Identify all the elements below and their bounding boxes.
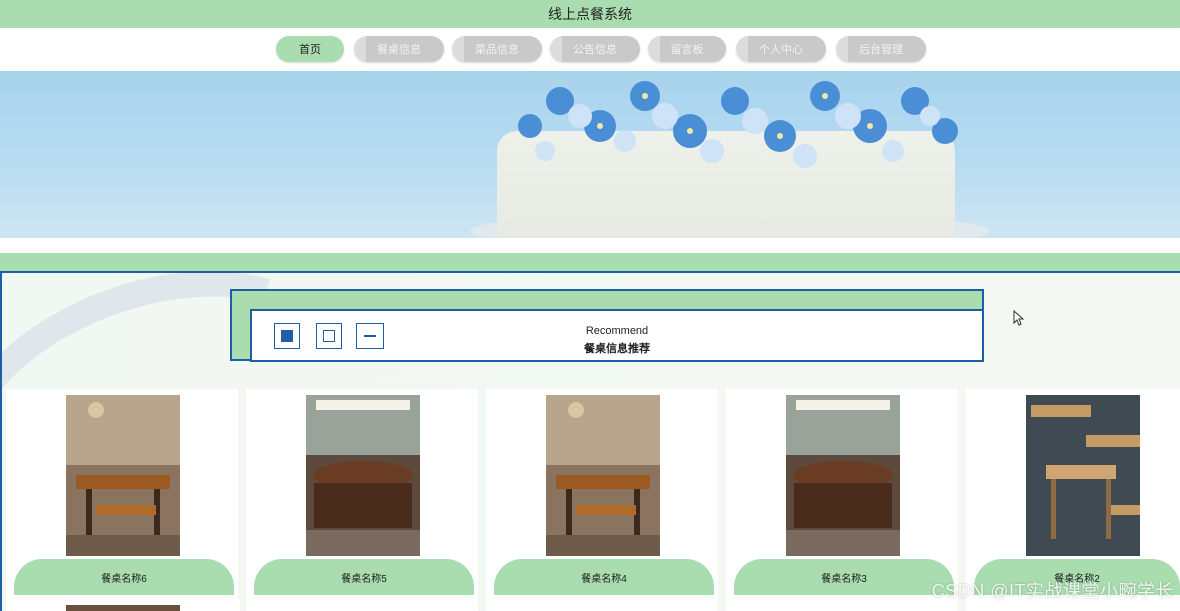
table-photo[interactable] (546, 395, 660, 556)
table-photo[interactable] (786, 395, 900, 556)
table-photo[interactable] (66, 395, 180, 556)
table-card[interactable]: 餐桌名称3 (726, 389, 958, 611)
mouse-cursor-icon (1013, 310, 1025, 326)
recommend-title-en: Recommend (585, 325, 649, 337)
table-name-label[interactable]: 餐桌名称6 (14, 559, 234, 595)
table-name: 餐桌名称5 (341, 573, 387, 585)
hero-banner (0, 71, 1180, 238)
nav-item-label: 餐桌信息 (377, 44, 421, 56)
watermark-text: CSDN @IT实战课堂小畹学长 (931, 581, 1174, 601)
nav-item-label: 菜品信息 (475, 44, 519, 56)
app-title: 线上点餐系统 (548, 6, 632, 22)
nav-item-messages[interactable]: 留言板 (648, 36, 726, 62)
table-name-label[interactable]: 餐桌名称4 (494, 559, 714, 595)
nav-item-label: 后台管理 (859, 44, 903, 56)
top-nav: 首页 餐桌信息 菜品信息 公告信息 留言板 个人中心 后台管理 (0, 28, 1180, 71)
table-name-label[interactable]: 餐桌名称5 (254, 559, 474, 595)
flower-decoration-image (518, 81, 958, 168)
table-card[interactable]: 餐桌名称6 (6, 389, 238, 611)
wooden-tables-image (1026, 395, 1140, 556)
restaurant-table-image (66, 395, 180, 556)
nav-item-label: 个人中心 (759, 44, 803, 56)
restaurant-table-image (546, 395, 660, 556)
table-photo[interactable] (1026, 395, 1140, 556)
table-name: 餐桌名称6 (101, 573, 147, 585)
nav-item-label: 首页 (299, 44, 321, 56)
app-title-bar: 线上点餐系统 (0, 0, 1180, 28)
recommend-section: Recommend 餐桌信息推荐 餐桌名称6 餐桌名称5 餐桌名称4 餐桌名称3… (0, 271, 1180, 611)
table-name: 餐桌名称3 (821, 573, 867, 585)
table-card[interactable]: 餐桌名称4 (486, 389, 718, 611)
nav-item-home[interactable]: 首页 (276, 36, 344, 62)
table-name-label[interactable]: 餐桌名称3 (734, 559, 954, 595)
table-name: 餐桌名称4 (581, 573, 627, 585)
nav-item-notices[interactable]: 公告信息 (550, 36, 640, 62)
recommend-header: Recommend 餐桌信息推荐 (250, 309, 984, 362)
nav-item-label: 公告信息 (573, 44, 617, 56)
nav-item-tables[interactable]: 餐桌信息 (354, 36, 444, 62)
table-card[interactable] (6, 599, 240, 611)
recommend-title-cn: 餐桌信息推荐 (584, 343, 650, 355)
table-card[interactable]: 餐桌名称5 (246, 389, 478, 611)
table-photo[interactable] (66, 605, 180, 611)
nav-item-profile[interactable]: 个人中心 (736, 36, 826, 62)
nav-item-label: 留言板 (670, 44, 704, 56)
section-divider-band (0, 253, 1180, 271)
nav-item-admin[interactable]: 后台管理 (836, 36, 926, 62)
table-photo[interactable] (306, 395, 420, 556)
round-banquet-table-image (786, 395, 900, 556)
round-banquet-table-image (306, 395, 420, 556)
nav-item-dishes[interactable]: 菜品信息 (452, 36, 542, 62)
